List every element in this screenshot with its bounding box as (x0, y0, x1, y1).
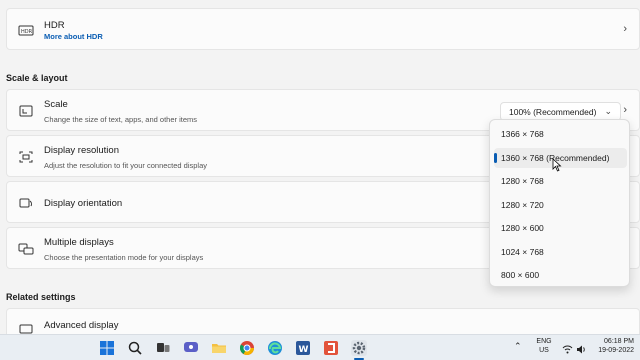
edge-icon[interactable] (267, 340, 283, 356)
section-related-settings: Related settings (6, 292, 76, 302)
advanced-display-card[interactable]: Advanced display (6, 308, 640, 334)
language-indicator[interactable]: ENG US (534, 338, 554, 354)
scale-value: 100% (Recommended) (509, 107, 597, 117)
region-code: US (539, 347, 549, 354)
resolution-subtitle: Adjust the resolution to fit your connec… (44, 161, 208, 170)
resolution-dropdown-list: 1366 × 768 1360 × 768 (Recommended) 1280… (489, 119, 630, 287)
mouse-cursor-icon (552, 158, 562, 172)
chevron-right-icon: › (623, 23, 627, 35)
settings-content: HDR HDR More about HDR › Scale & layout … (0, 0, 640, 334)
file-explorer-icon[interactable] (211, 340, 227, 356)
hdr-icon: HDR (18, 22, 34, 38)
scale-icon (18, 103, 34, 119)
resolution-title: Display resolution (44, 145, 119, 156)
svg-text:HDR: HDR (21, 29, 33, 35)
section-scale-layout: Scale & layout (6, 73, 68, 83)
resolution-option[interactable]: 1366 × 768 (494, 124, 627, 144)
resolution-option[interactable]: 800 × 600 (494, 265, 627, 285)
word-icon[interactable]: W (295, 340, 311, 356)
scale-title: Scale (44, 99, 68, 110)
taskbar: W ⌃ ENG US 06:18 PM 19-09-2022 (0, 334, 640, 360)
orientation-title: Display orientation (44, 198, 123, 209)
chat-icon[interactable] (183, 340, 199, 356)
multiple-subtitle: Choose the presentation mode for your di… (44, 253, 204, 262)
chrome-icon[interactable] (239, 340, 255, 356)
wifi-icon[interactable] (562, 342, 573, 360)
tray-chevron-up-icon[interactable]: ⌃ (514, 341, 522, 352)
search-icon[interactable] (127, 340, 143, 356)
clock[interactable]: 06:18 PM 19-09-2022 (596, 338, 634, 354)
resolution-option[interactable]: 1280 × 720 (494, 195, 627, 215)
resolution-icon (18, 149, 34, 165)
clock-time: 06:18 PM (604, 338, 634, 345)
scale-subtitle: Change the size of text, apps, and other… (44, 115, 198, 124)
language-code: ENG (536, 338, 552, 345)
chevron-right-icon: › (623, 104, 627, 116)
resolution-option[interactable]: 1280 × 600 (494, 218, 627, 238)
start-icon[interactable] (99, 340, 115, 356)
hdr-link[interactable]: More about HDR (44, 32, 103, 41)
app-icon[interactable] (323, 340, 339, 356)
svg-text:W: W (299, 345, 309, 355)
resolution-option[interactable]: 1280 × 768 (494, 171, 627, 191)
hdr-card[interactable]: HDR HDR More about HDR › (6, 8, 640, 50)
task-view-icon[interactable] (155, 340, 171, 356)
monitor-icon (18, 322, 34, 334)
chevron-down-icon: ⌄ (604, 106, 612, 116)
settings-icon[interactable] (351, 340, 367, 356)
hdr-title: HDR (44, 20, 65, 31)
resolution-option[interactable]: 1024 × 768 (494, 242, 627, 262)
advanced-title: Advanced display (44, 320, 119, 331)
volume-icon[interactable] (576, 342, 587, 360)
multiple-title: Multiple displays (44, 237, 114, 248)
multiple-displays-icon (18, 241, 34, 257)
clock-date: 19-09-2022 (598, 347, 634, 354)
orientation-icon (18, 195, 34, 211)
